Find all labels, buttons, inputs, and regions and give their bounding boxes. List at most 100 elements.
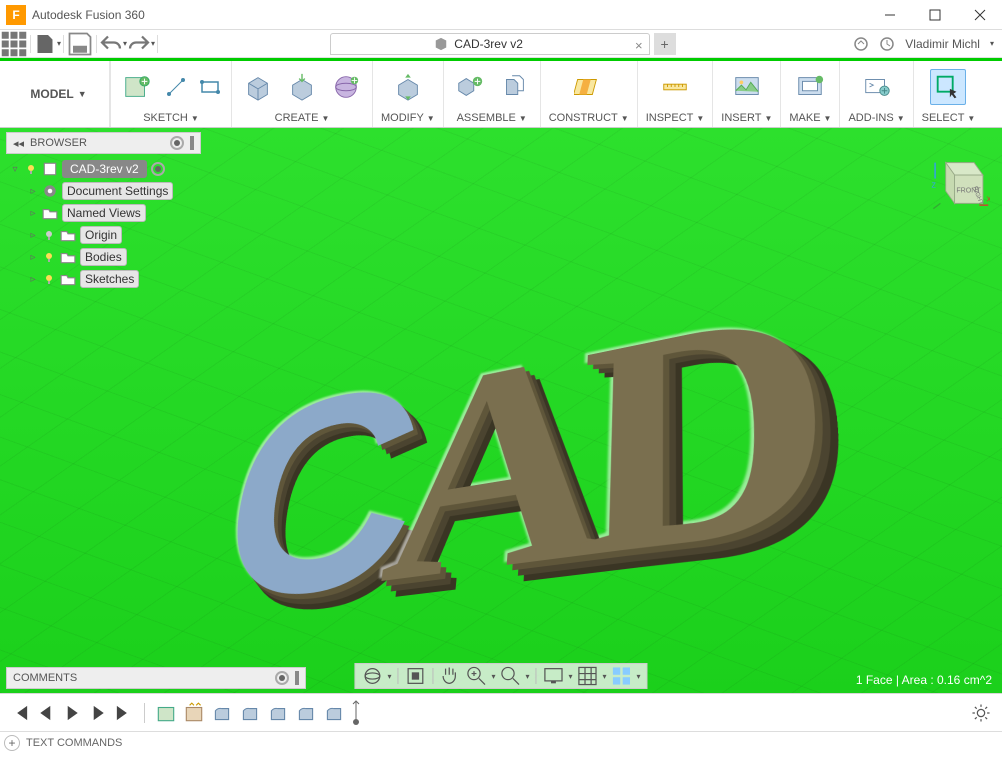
fit-button[interactable] [499,665,521,687]
grid-settings-button[interactable] [577,665,599,687]
workspace-switcher[interactable]: MODEL ▼ [0,61,110,127]
file-menu-button[interactable]: ▾ [33,30,61,58]
timeline-bar [0,693,1002,731]
ribbon-modify-label[interactable]: MODIFY▼ [381,109,435,127]
create-sketch-button[interactable] [119,69,155,105]
timeline-next-button[interactable] [88,703,108,723]
pan-button[interactable] [439,665,461,687]
comments-hide-icon[interactable] [295,671,299,685]
browser-pin-icon[interactable] [170,136,184,150]
plane-button[interactable] [571,69,607,105]
ribbon-inspect-label[interactable]: INSPECT▼ [646,109,705,127]
ribbon-addins-group: ADD-INS▼ [840,61,912,127]
window-maximize-button[interactable] [912,0,957,30]
timeline-end-marker[interactable] [351,700,361,726]
comments-pin-icon[interactable] [275,671,289,685]
zoom-button[interactable] [465,665,487,687]
user-name-label[interactable]: Vladimir Michl [905,37,980,51]
timeline-fillet-feature-4[interactable] [295,702,317,724]
tree-root[interactable]: ▿ CAD-3rev v2 [6,158,201,180]
tree-expand-icon[interactable]: ▹ [28,208,38,219]
line-tool-button[interactable] [163,74,189,100]
browser-header[interactable]: ◂◂ BROWSER [6,132,201,154]
comments-panel-header[interactable]: COMMENTS [6,667,306,689]
visibility-icon[interactable] [42,272,56,286]
undo-button[interactable]: ▾ [99,30,127,58]
ribbon-inspect-group: INSPECT▼ [638,61,713,127]
tree-item-origin[interactable]: ▹ Origin [6,224,201,246]
window-close-button[interactable] [957,0,1002,30]
ribbon-insert-label[interactable]: INSERT▼ [721,109,772,127]
ribbon-select-label[interactable]: SELECT▼ [922,109,976,127]
tree-item-bodies[interactable]: ▹ Bodies [6,246,201,268]
ribbon-make-label[interactable]: MAKE▼ [789,109,831,127]
text-commands-bar[interactable]: + TEXT COMMANDS [0,731,1002,753]
rectangle-tool-button[interactable] [197,74,223,100]
visibility-icon[interactable] [42,228,56,242]
scripts-button[interactable] [859,69,895,105]
save-button[interactable] [66,30,94,58]
browser-collapse-icon[interactable]: ◂◂ [13,137,24,150]
timeline-fillet-feature-3[interactable] [267,702,289,724]
expand-text-commands-icon[interactable]: + [4,735,20,751]
new-tab-button[interactable]: + [654,33,676,55]
joint-button[interactable] [496,69,532,105]
window-minimize-button[interactable] [867,0,912,30]
timeline-emboss-feature[interactable] [183,702,205,724]
timeline-settings-button[interactable] [970,702,992,724]
timeline-play-button[interactable] [62,703,82,723]
new-component-button[interactable] [452,69,488,105]
browser-hide-icon[interactable] [190,136,194,150]
tree-item-sketches[interactable]: ▹ Sketches [6,268,201,290]
tree-expand-icon[interactable]: ▹ [28,274,38,285]
tree-expand-icon[interactable]: ▹ [28,252,38,263]
ribbon-assemble-label[interactable]: ASSEMBLE▼ [457,109,527,127]
box-button[interactable] [240,69,276,105]
redo-button[interactable]: ▾ [127,30,155,58]
browser-title: BROWSER [30,137,87,149]
gear-icon [42,183,58,199]
look-at-button[interactable] [404,665,426,687]
insert-decal-button[interactable] [729,69,765,105]
timeline-fillet-feature-1[interactable] [211,702,233,724]
ribbon-create-label[interactable]: CREATE▼ [275,109,330,127]
window-titlebar: F Autodesk Fusion 360 [0,0,1002,30]
timeline-start-button[interactable] [10,703,30,723]
timeline-fillet-feature-5[interactable] [323,702,345,724]
measure-button[interactable] [657,69,693,105]
timeline-end-button[interactable] [114,703,134,723]
document-tab[interactable]: CAD-3rev v2 × [330,33,650,55]
orbit-button[interactable] [361,665,383,687]
tree-item-named-views[interactable]: ▹ Named Views [6,202,201,224]
3d-print-button[interactable] [792,69,828,105]
visibility-icon[interactable] [24,162,38,176]
updates-icon[interactable] [853,36,869,52]
viewport-layout-button[interactable] [611,665,633,687]
sphere-button[interactable] [328,69,364,105]
tree-expand-icon[interactable]: ▿ [10,164,20,175]
browser-tree: ▿ CAD-3rev v2 ▹ Document Settings ▹ Name… [6,154,201,294]
timeline-prev-button[interactable] [36,703,56,723]
tree-item-label: Origin [80,226,122,244]
ribbon-addins-label[interactable]: ADD-INS▼ [848,109,904,127]
cube-icon [434,37,448,51]
ribbon-construct-label[interactable]: CONSTRUCT▼ [549,109,629,127]
select-button[interactable] [930,69,966,105]
data-panel-button[interactable] [0,30,28,58]
ribbon-sketch-label[interactable]: SKETCH▼ [143,109,199,127]
visibility-icon[interactable] [42,250,56,264]
close-tab-button[interactable]: × [635,38,643,53]
job-status-icon[interactable] [879,36,895,52]
press-pull-button[interactable] [390,69,426,105]
timeline-fillet-feature-2[interactable] [239,702,261,724]
tree-item-doc-settings[interactable]: ▹ Document Settings [6,180,201,202]
display-settings-button[interactable] [543,665,565,687]
extrude-button[interactable] [284,69,320,105]
tree-expand-icon[interactable]: ▹ [28,186,38,197]
activate-icon[interactable] [151,162,165,176]
ribbon-make-group: MAKE▼ [781,61,839,127]
ribbon-select-group: SELECT▼ [914,61,984,127]
view-cube[interactable]: FRONT RIGHT Z X [928,152,990,214]
tree-expand-icon[interactable]: ▹ [28,230,38,241]
timeline-sketch-feature[interactable] [155,702,177,724]
